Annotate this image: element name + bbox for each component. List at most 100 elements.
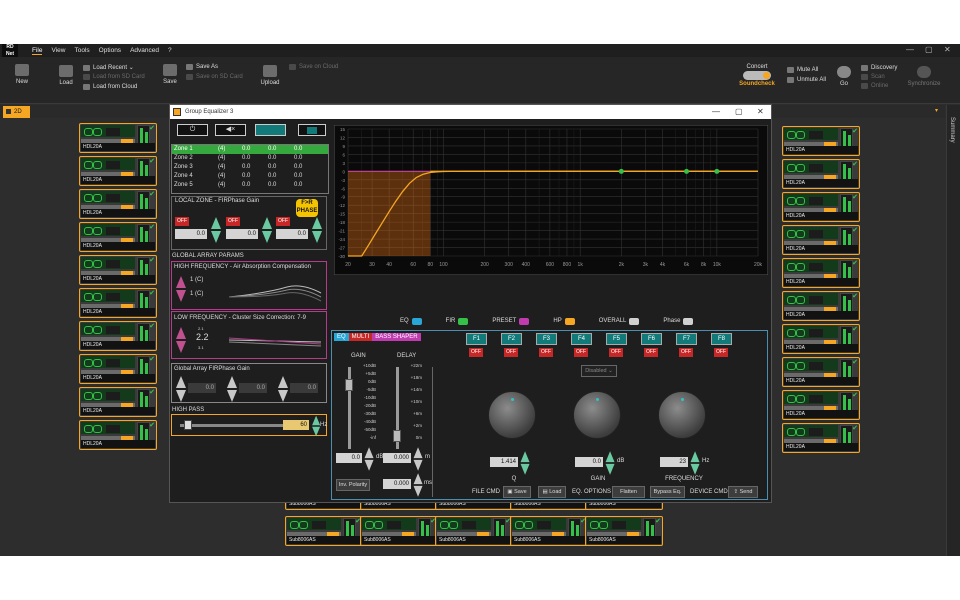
scan-button[interactable]: Scan <box>861 74 885 80</box>
checkmark-icon[interactable]: ✔ <box>852 227 858 234</box>
new-button[interactable]: New <box>12 64 32 85</box>
eq-response-plot[interactable]: 15129630-3-6-9-12-15-18-21-24-27-3020 30 4… <box>334 125 768 275</box>
speaker-device[interactable]: ✔ HDL20A <box>782 291 860 321</box>
tab-2d[interactable]: 2D <box>3 106 30 118</box>
zone-row[interactable]: Zone 4 (4) 0.0 0.0 0.0 <box>172 172 328 181</box>
save-sd-button[interactable]: Save on SD Card <box>186 74 243 80</box>
speaker-device[interactable]: ✔ HDL20A <box>782 357 860 387</box>
filter-band-button[interactable]: F1 <box>466 333 487 345</box>
checkmark-icon[interactable]: ✔ <box>852 260 858 267</box>
q-knob[interactable] <box>488 391 536 439</box>
maximize-icon[interactable]: ▢ <box>925 45 933 54</box>
menu-help[interactable]: ? <box>168 47 172 54</box>
filter-band-button[interactable]: F7 <box>676 333 697 345</box>
speaker-device[interactable]: ✔ HDL20A <box>79 123 157 153</box>
eye-icon[interactable] <box>629 317 640 325</box>
tab-bass-shaper[interactable]: BASS SHAPER <box>372 333 421 341</box>
gafir-stepper[interactable] <box>176 376 187 402</box>
speaker-device[interactable]: ✔ HDL20A <box>79 255 157 285</box>
delay-stepper[interactable] <box>413 447 424 471</box>
checkmark-icon[interactable]: ✔ <box>149 158 155 165</box>
checkmark-icon[interactable]: ✔ <box>149 323 155 330</box>
lf-stepper[interactable] <box>176 327 187 353</box>
gain-field[interactable]: 0.0 <box>336 453 362 463</box>
eye-icon[interactable] <box>458 317 469 325</box>
speaker-device[interactable]: ✔ HDL20A <box>79 189 157 219</box>
speaker-device[interactable]: ✔ HDL20A <box>79 420 157 450</box>
q-field[interactable]: 1.414 <box>490 457 518 467</box>
eye-icon[interactable] <box>519 317 530 325</box>
checkmark-icon[interactable]: ✔ <box>149 125 155 132</box>
zone-row[interactable]: Zone 5 (4) 0.0 0.0 0.0 <box>172 181 328 190</box>
gafir-field[interactable]: 0.0 <box>290 383 318 393</box>
checkmark-icon[interactable]: ✔ <box>149 257 155 264</box>
filter-off-button[interactable]: OFF <box>679 348 693 357</box>
checkmark-icon[interactable]: ✔ <box>852 128 858 135</box>
speaker-device[interactable]: ✔ HDL20A <box>782 192 860 222</box>
group-equalizer-window[interactable]: Group Equalizer 3 — ▢ ✕ ⏻ ◀× Zone 1 (4) 0.… <box>169 104 772 503</box>
mute-button[interactable]: ◀× <box>215 124 246 136</box>
highpass-slider-track[interactable] <box>180 424 292 427</box>
filter-off-button[interactable]: OFF <box>469 348 483 357</box>
checkmark-icon[interactable]: ✔ <box>149 422 155 429</box>
checkmark-icon[interactable]: ✔ <box>852 326 858 333</box>
gain-field[interactable]: 0.0 <box>226 229 258 239</box>
flatten-button[interactable]: Flatten <box>612 486 645 498</box>
speaker-device[interactable]: ✔ HDL20A <box>782 225 860 255</box>
filter-off-button[interactable]: OFF <box>644 348 658 357</box>
bypass-eq-button[interactable]: Bypass Eq. <box>650 486 685 498</box>
speaker-device[interactable]: ✔ HDL20A <box>782 390 860 420</box>
unmute-all-button[interactable]: Unmute All <box>787 77 826 83</box>
gafir-field[interactable]: 0.0 <box>188 383 216 393</box>
menu-tools[interactable]: Tools <box>74 47 89 54</box>
speaker-device[interactable]: ✔ HDL20A <box>79 156 157 186</box>
speaker-device[interactable]: ✔ HDL20A <box>79 222 157 252</box>
speaker-device[interactable]: ✔ HDL20A <box>79 321 157 351</box>
checkmark-icon[interactable]: ✔ <box>852 161 858 168</box>
upload-button[interactable]: Upload <box>258 65 282 86</box>
speaker-device[interactable]: ✔Sub8006AS <box>585 516 663 546</box>
gain-knob[interactable] <box>573 391 621 439</box>
checkmark-icon[interactable]: ✔ <box>149 389 155 396</box>
speaker-device[interactable]: ✔Sub8006AS <box>435 516 513 546</box>
discovery-button[interactable]: Discovery <box>861 65 897 71</box>
off-button[interactable]: OFF <box>175 217 189 226</box>
online-button[interactable]: Online <box>861 83 888 89</box>
filter-band-button[interactable]: F8 <box>711 333 732 345</box>
inv-polarity-button[interactable]: Inv. Polarity <box>336 479 370 491</box>
maximize-icon[interactable]: ▢ <box>735 105 743 119</box>
checkmark-icon[interactable]: ✔ <box>852 194 858 201</box>
filter-off-button[interactable]: OFF <box>504 348 518 357</box>
zone-row[interactable]: Zone 1 (4) 0.0 0.0 0.0 <box>172 145 328 154</box>
menu-options[interactable]: Options <box>99 47 121 54</box>
gafir-stepper[interactable] <box>227 376 238 402</box>
speaker-device[interactable]: ✔ HDL20A <box>79 354 157 384</box>
speaker-device[interactable]: ✔ HDL20A <box>79 288 157 318</box>
gafir-stepper[interactable] <box>278 376 289 402</box>
checkmark-icon[interactable]: ✔ <box>149 224 155 231</box>
summary-tab[interactable]: Summary <box>949 117 955 143</box>
go-button[interactable]: Go <box>836 66 852 87</box>
checkmark-icon[interactable]: ✔ <box>852 293 858 300</box>
load-recent-button[interactable]: Load Recent ⌄ <box>83 64 134 71</box>
eye-icon[interactable] <box>564 317 575 325</box>
summary-side-panel[interactable]: Summary <box>946 105 960 556</box>
gain-field[interactable]: 0.0 <box>175 229 207 239</box>
filter-band-button[interactable]: F5 <box>606 333 627 345</box>
color-selector[interactable] <box>298 124 326 136</box>
hf-stepper[interactable] <box>176 276 187 302</box>
delay-field[interactable]: 0.000 <box>383 453 411 463</box>
eye-icon[interactable] <box>683 317 694 325</box>
minimize-icon[interactable]: — <box>906 45 914 54</box>
checkmark-icon[interactable]: ✔ <box>149 356 155 363</box>
speaker-device[interactable]: ✔ HDL20A <box>782 423 860 453</box>
mode-toggle[interactable] <box>743 71 771 80</box>
save-eq-button[interactable]: ▣ Save <box>503 486 531 498</box>
delay-slider-thumb[interactable] <box>393 430 401 442</box>
checkmark-icon[interactable]: ✔ <box>852 359 858 366</box>
save-button[interactable]: Save <box>160 64 180 85</box>
off-button[interactable]: OFF <box>226 217 240 226</box>
save-cloud-button[interactable]: Save on Cloud <box>289 64 338 70</box>
speaker-device[interactable]: ✔Sub8006AS <box>360 516 438 546</box>
knob-gain-stepper[interactable] <box>605 451 616 475</box>
